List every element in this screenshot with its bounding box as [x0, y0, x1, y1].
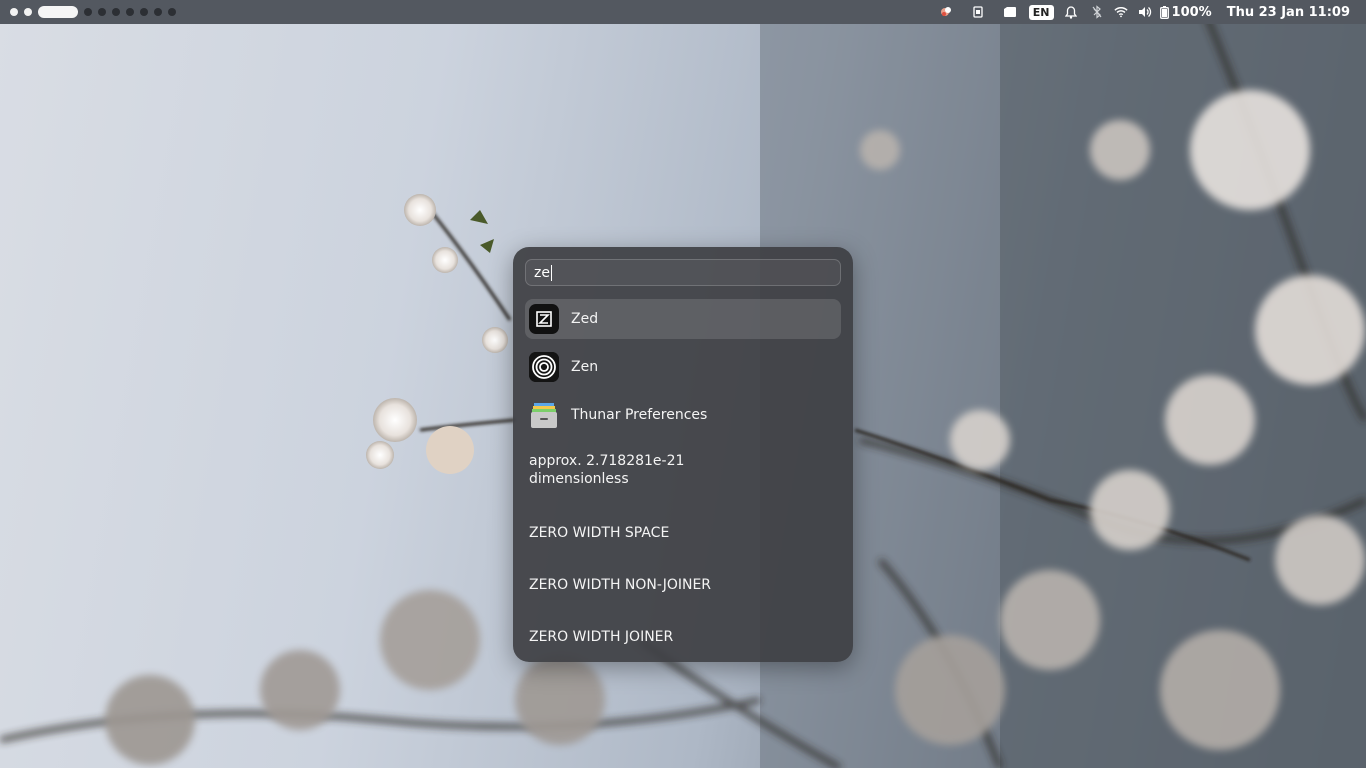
result-item-unicode-char[interactable]: ZERO WIDTH JOINER — [525, 617, 841, 657]
workspace-indicator[interactable] — [168, 8, 176, 16]
workspace-indicator[interactable] — [98, 8, 106, 16]
search-box[interactable] — [525, 259, 841, 286]
result-item-thunar-preferences[interactable]: Thunar Preferences — [525, 395, 841, 435]
file-cabinet-icon — [529, 400, 559, 430]
result-label: ZERO WIDTH NON-JOINER — [529, 577, 712, 593]
workspace-indicator[interactable] — [112, 8, 120, 16]
workspace-indicator[interactable] — [24, 8, 32, 16]
calculator-result: approx. 2.718281e-21 — [529, 453, 685, 469]
workspace-indicator[interactable] — [84, 8, 92, 16]
workspace-indicator-active[interactable] — [38, 6, 78, 18]
clock[interactable]: Thu 23 Jan 11:09 — [1227, 5, 1350, 20]
result-item-zen[interactable]: Zen — [525, 347, 841, 387]
result-item-zed[interactable]: Zed — [525, 299, 841, 339]
search-input[interactable] — [534, 264, 824, 282]
calculator-unit: dimensionless — [529, 471, 629, 487]
result-label: ZERO WIDTH JOINER — [529, 629, 674, 645]
system-tray: EN 100% Thu 23 Jan 11:09 — [939, 0, 1366, 24]
bluetooth-off-icon[interactable] — [1090, 5, 1104, 19]
app-indicator-icon[interactable] — [939, 5, 953, 19]
workspace-switcher[interactable] — [10, 6, 176, 18]
workspace-indicator[interactable] — [140, 8, 148, 16]
volume-icon[interactable] — [1138, 5, 1152, 19]
top-panel: EN 100% Thu 23 Jan 11:09 — [0, 0, 1366, 24]
result-label: Thunar Preferences — [571, 407, 708, 423]
notification-bell-icon[interactable] — [1064, 5, 1078, 19]
result-label: Zen — [571, 359, 599, 375]
result-item-calculator[interactable]: approx. 2.718281e-21 dimensionless — [525, 449, 841, 489]
zen-browser-icon — [529, 352, 559, 382]
result-label: Zed — [571, 311, 599, 327]
battery-percentage[interactable]: 100% — [1172, 5, 1212, 20]
zed-app-icon — [529, 304, 559, 334]
app-launcher: Zed Zen Thunar Preferences approx. 2.718… — [513, 247, 853, 662]
workspace-indicator[interactable] — [10, 8, 18, 16]
keyboard-layout-indicator[interactable]: EN — [1028, 4, 1054, 20]
result-item-unicode-char[interactable]: ZERO WIDTH NON-JOINER — [525, 565, 841, 605]
clipboard-icon[interactable] — [1003, 5, 1017, 19]
wifi-icon[interactable] — [1113, 5, 1128, 19]
workspace-indicator[interactable] — [126, 8, 134, 16]
system-monitor-icon[interactable] — [971, 5, 985, 19]
result-item-unicode-char[interactable]: ZERO WIDTH SPACE — [525, 513, 841, 553]
text-cursor — [551, 265, 552, 281]
battery-icon[interactable] — [1160, 5, 1170, 19]
result-label: ZERO WIDTH SPACE — [529, 525, 670, 541]
workspace-indicator[interactable] — [154, 8, 162, 16]
